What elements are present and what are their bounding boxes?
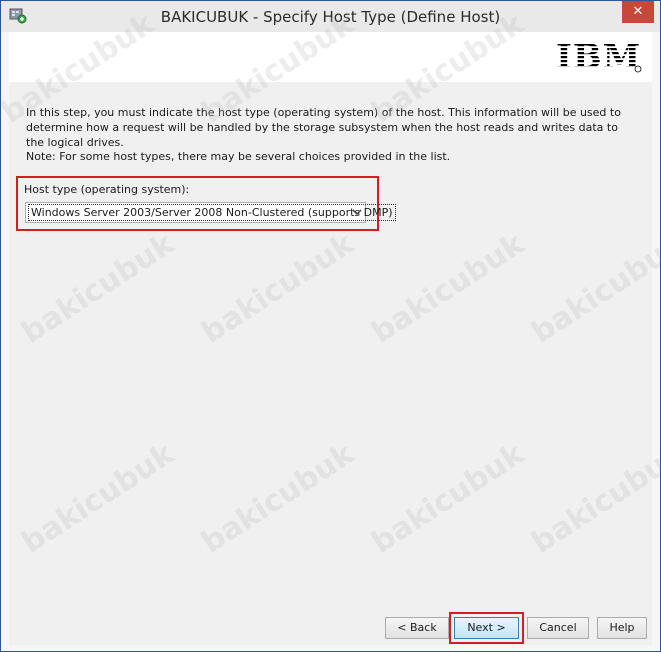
chevron-down-icon[interactable] [352, 207, 362, 217]
title-bar[interactable]: BAKICUBUK - Specify Host Type (Define Ho… [1, 1, 660, 32]
note-text: Note: For some host types, there may be … [26, 150, 451, 163]
ibm-logo: IBM [556, 40, 642, 74]
back-button[interactable]: < Back [385, 617, 449, 639]
host-type-select[interactable]: Windows Server 2003/Server 2008 Non-Clus… [25, 202, 396, 223]
window-title: BAKICUBUK - Specify Host Type (Define Ho… [160, 8, 501, 26]
next-button[interactable]: Next > [454, 617, 519, 639]
host-type-selected-value: Windows Server 2003/Server 2008 Non-Clus… [28, 204, 396, 221]
help-button[interactable]: Help [597, 617, 647, 639]
define-host-dialog: BAKICUBUK - Specify Host Type (Define Ho… [0, 0, 661, 652]
cancel-button[interactable]: Cancel [527, 617, 589, 639]
step-description: In this step, you must indicate the host… [26, 106, 621, 149]
host-type-label: Host type (operating system): [24, 183, 190, 196]
dialog-content: In this step, you must indicate the host… [9, 82, 652, 645]
svg-text:IBM: IBM [556, 40, 641, 74]
dialog-header: IBM [9, 32, 652, 82]
close-button[interactable]: ✕ [622, 1, 654, 23]
